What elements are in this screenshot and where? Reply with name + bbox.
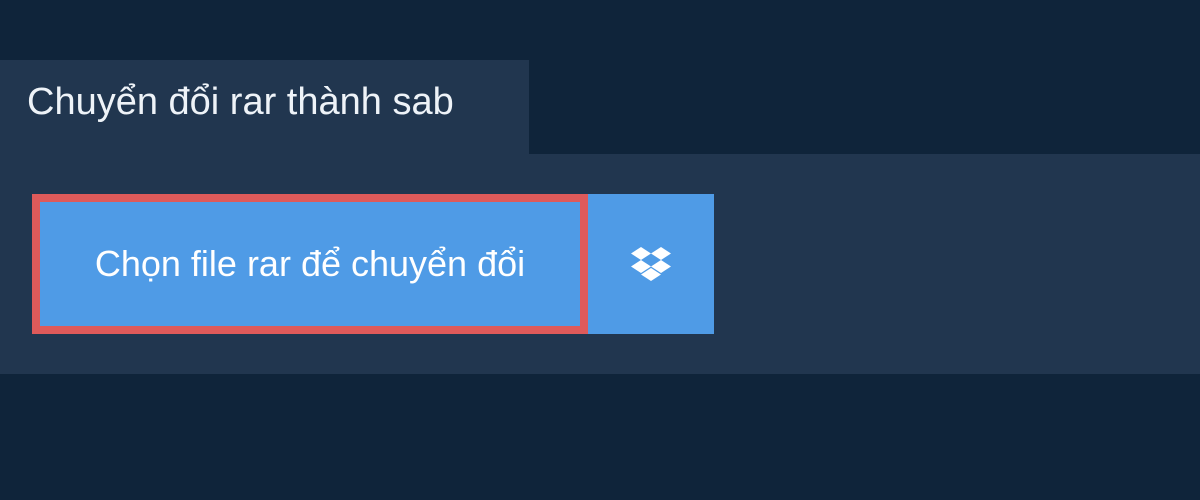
choose-file-button[interactable]: Chọn file rar để chuyển đổi — [32, 194, 588, 334]
choose-file-label: Chọn file rar để chuyển đổi — [94, 243, 526, 284]
title-tab: Chuyển đổi rar thành sab — [0, 60, 529, 155]
converter-page: Chuyển đổi rar thành sab Chọn file rar đ… — [0, 0, 1200, 500]
page-title: Chuyển đổi rar thành sab — [27, 80, 454, 123]
dropbox-icon — [631, 247, 671, 281]
dropbox-button[interactable] — [588, 194, 714, 334]
